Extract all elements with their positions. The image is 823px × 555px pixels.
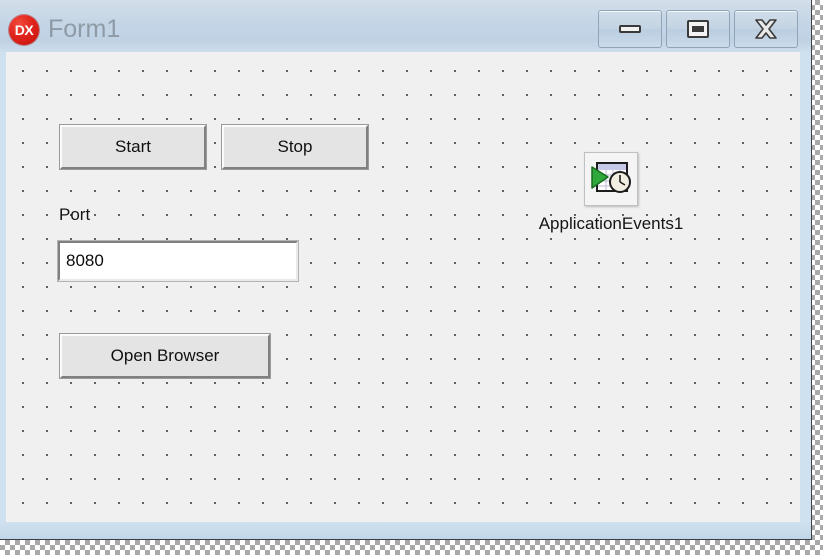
minimize-icon bbox=[619, 25, 641, 33]
dx-logo-text: DX bbox=[14, 22, 34, 38]
maximize-button[interactable] bbox=[666, 10, 730, 48]
form-frame-right bbox=[800, 52, 811, 522]
screenshot-root: DX Form1 Start Stop Port 8080 Open Brows… bbox=[0, 0, 823, 555]
form-frame-bottom bbox=[0, 522, 811, 539]
start-button[interactable]: Start bbox=[59, 124, 207, 170]
open-browser-button-label: Open Browser bbox=[110, 346, 220, 365]
close-button[interactable] bbox=[734, 10, 798, 48]
port-label: Port bbox=[59, 205, 91, 224]
stop-button-label: Stop bbox=[277, 137, 313, 156]
title-bar: DX Form1 bbox=[0, 0, 811, 52]
open-browser-button[interactable]: Open Browser bbox=[59, 333, 271, 379]
component-application-events[interactable]: ApplicationEvents1 bbox=[516, 152, 706, 242]
close-icon bbox=[754, 19, 778, 39]
start-button-label: Start bbox=[115, 137, 151, 156]
minimize-button[interactable] bbox=[598, 10, 662, 48]
dx-logo-icon: DX bbox=[8, 14, 40, 46]
window-title: Form1 bbox=[48, 15, 121, 43]
form-designer-window: DX Form1 Start Stop Port 8080 Open Brows… bbox=[0, 0, 812, 540]
maximize-icon bbox=[687, 20, 709, 38]
form-client-area[interactable]: Start Stop Port Open Browser bbox=[6, 52, 800, 522]
component-application-events-label: ApplicationEvents1 bbox=[538, 214, 684, 233]
application-events-icon bbox=[584, 152, 638, 206]
stop-button[interactable]: Stop bbox=[221, 124, 369, 170]
port-input[interactable] bbox=[57, 240, 299, 282]
